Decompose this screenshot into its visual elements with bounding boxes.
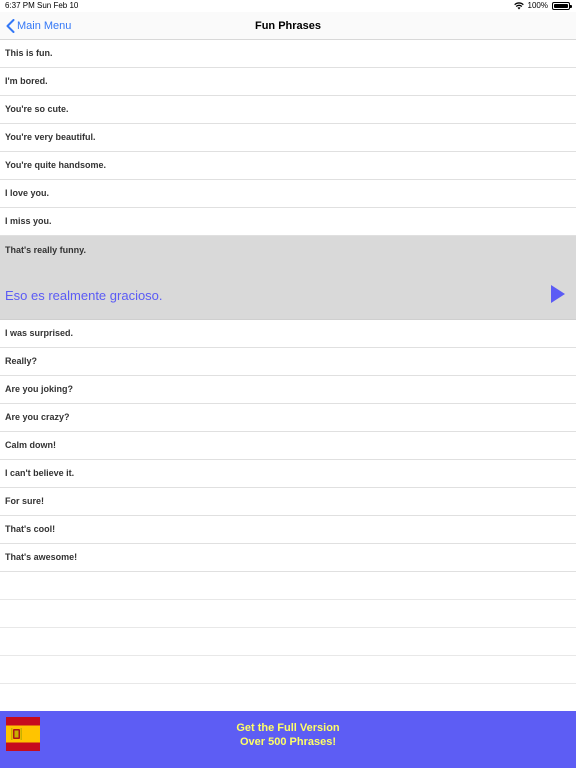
phrase-row[interactable]: Are you crazy? [0, 404, 576, 432]
empty-row [0, 656, 576, 684]
phrase-row[interactable]: I'm bored. [0, 68, 576, 96]
phrase-row[interactable]: Really? [0, 348, 576, 376]
selected-phrase-translation: Eso es realmente gracioso. [5, 288, 163, 303]
phrase-row[interactable]: You're quite handsome. [0, 152, 576, 180]
play-icon[interactable] [550, 284, 566, 304]
phrase-row[interactable]: That's awesome! [0, 544, 576, 572]
selected-phrase-english: That's really funny. [5, 245, 86, 255]
phrase-row[interactable]: That's cool! [0, 516, 576, 544]
banner-line-1: Get the Full Version [236, 722, 340, 734]
wifi-icon [513, 2, 524, 10]
selected-phrase-row[interactable]: That's really funny. Eso es realmente gr… [0, 236, 576, 320]
phrase-row[interactable]: I can't believe it. [0, 460, 576, 488]
status-time: 6:37 PM [5, 1, 35, 10]
phrase-row[interactable]: You're so cute. [0, 96, 576, 124]
phrase-row[interactable]: You're very beautiful. [0, 124, 576, 152]
full-version-banner[interactable]: Get the Full Version Over 500 Phrases! [0, 711, 576, 768]
empty-row [0, 628, 576, 656]
navigation-bar: Main Menu Fun Phrases [0, 12, 576, 40]
banner-text: Get the Full Version Over 500 Phrases! [0, 721, 576, 749]
battery-percent: 100% [527, 1, 548, 10]
status-right: 100% [513, 0, 572, 12]
phrase-row[interactable]: This is fun. [0, 40, 576, 68]
phrase-row[interactable]: Are you joking? [0, 376, 576, 404]
status-date: Sun Feb 10 [37, 1, 79, 10]
phrase-row[interactable]: I miss you. [0, 208, 576, 236]
phrase-row[interactable]: I was surprised. [0, 320, 576, 348]
banner-line-2: Over 500 Phrases! [239, 736, 336, 748]
phrase-row[interactable]: Calm down! [0, 432, 576, 460]
phrase-row[interactable]: I love you. [0, 180, 576, 208]
status-bar: 6:37 PM Sun Feb 10 100% [0, 0, 576, 12]
battery-icon [552, 2, 572, 10]
empty-row [0, 600, 576, 628]
page-title: Fun Phrases [254, 20, 322, 32]
empty-row [0, 572, 576, 600]
phrase-row[interactable]: For sure! [0, 488, 576, 516]
phrase-list: This is fun. I'm bored. You're so cute. … [0, 40, 576, 684]
